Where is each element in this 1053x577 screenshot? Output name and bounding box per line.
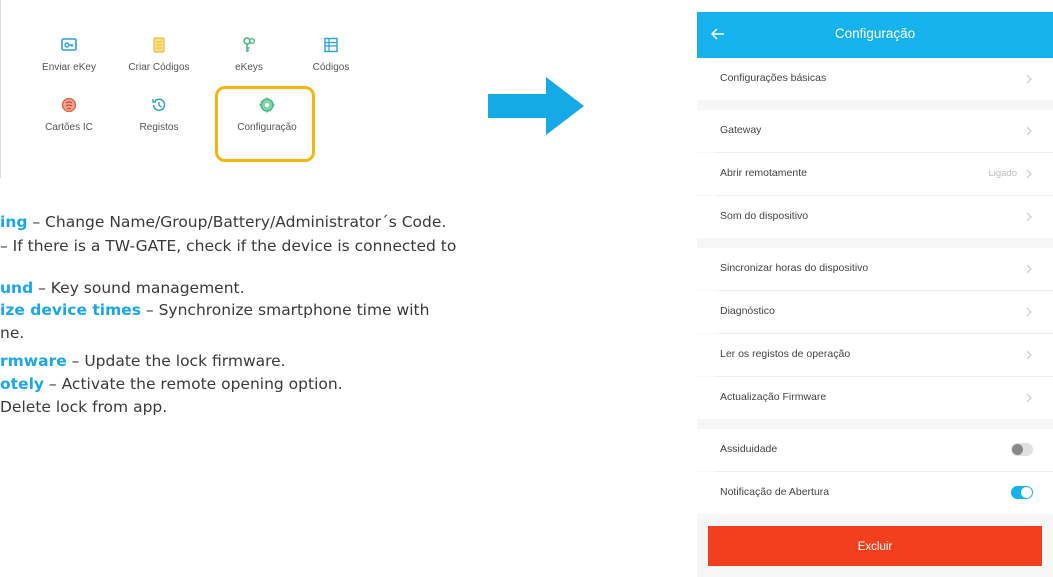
- delete-button[interactable]: Excluir: [708, 526, 1042, 566]
- toggle-knob: [1012, 444, 1023, 455]
- settings-row-remote-open[interactable]: Abrir remotamente Ligado: [697, 153, 1053, 195]
- settings-row-device-sound[interactable]: Som do dispositivo: [697, 196, 1053, 238]
- settings-row-sync-time[interactable]: Sincronizar horas do dispositivo: [697, 248, 1053, 290]
- settings-row-diagnostics[interactable]: Diagnóstico: [697, 291, 1053, 333]
- description-keyword: otely: [0, 375, 44, 393]
- create-codes-icon: [153, 37, 165, 53]
- settings-row-attendance: Assiduidade: [697, 429, 1053, 471]
- settings-row-operation-records[interactable]: Ler os registos de operação: [697, 334, 1053, 376]
- description-text: – If there is a TW-GATE, check if the de…: [0, 237, 457, 255]
- description-text: ne.: [0, 324, 25, 342]
- settings-row-basic[interactable]: Configurações básicas: [697, 58, 1053, 100]
- description-text: Delete lock from app.: [0, 398, 168, 416]
- description-keyword: ing: [0, 213, 28, 231]
- chevron-right-icon: [1026, 212, 1032, 222]
- chevron-right-icon: [1026, 264, 1032, 274]
- settings-row-label: Notificação de Abertura: [720, 486, 830, 498]
- ic-cards-icon: [61, 97, 77, 113]
- attendance-toggle[interactable]: [1011, 443, 1033, 456]
- description-line: rmware – Update the lock firmware.: [0, 352, 286, 370]
- screen-title: Configuração: [834, 26, 916, 41]
- chevron-right-icon: [1026, 307, 1032, 317]
- app-menu-grid: Enviar eKey Criar Códigos eKeys Códigos: [0, 0, 349, 178]
- settings-row-firmware-update[interactable]: Actualização Firmware: [697, 377, 1053, 419]
- settings-row-label: Som do dispositivo: [720, 210, 809, 222]
- settings-row-label: Configurações básicas: [720, 72, 827, 84]
- settings-row-value: Ligado: [988, 168, 1017, 179]
- description-text: – Update the lock firmware.: [66, 352, 286, 370]
- description-line: Delete lock from app.: [0, 398, 167, 416]
- settings-row-gateway[interactable]: Gateway: [697, 110, 1053, 152]
- codes-icon: [324, 37, 338, 53]
- grid-item-label: Códigos: [312, 62, 350, 73]
- records-icon: [152, 98, 166, 111]
- chevron-right-icon: [1026, 393, 1032, 403]
- description-line: ne.: [0, 324, 24, 342]
- description-keyword: rmware: [0, 352, 67, 370]
- description-line: ize device times – Synchronize smartphon…: [0, 301, 429, 319]
- send-ekey-icon: [61, 38, 77, 51]
- chevron-right-icon: [1026, 169, 1032, 179]
- chevron-right-icon: [1026, 350, 1032, 360]
- right-arrow-icon: [488, 77, 584, 135]
- description-text: – Key sound management.: [33, 279, 245, 297]
- settings-highlight-box: [215, 86, 315, 162]
- ekeys-icon: [243, 37, 255, 52]
- description-keyword: und: [0, 279, 34, 297]
- chevron-right-icon: [1026, 126, 1032, 136]
- settings-row-label: Actualização Firmware: [720, 391, 827, 403]
- toggle-knob: [1021, 487, 1032, 498]
- settings-row-label: Ler os registos de operação: [720, 348, 851, 360]
- open-notification-toggle[interactable]: [1011, 486, 1033, 499]
- description-text: – Activate the remote opening option.: [44, 375, 343, 393]
- description-line: – If there is a TW-GATE, check if the de…: [0, 237, 456, 255]
- description-line: und – Key sound management.: [0, 279, 245, 297]
- grid-item-label: Registos: [139, 122, 179, 133]
- phone-settings-screen: Configuração Configurações básicas Gatew…: [697, 12, 1053, 577]
- description-line: otely – Activate the remote opening opti…: [0, 375, 343, 393]
- settings-row-open-notification: Notificação de Abertura: [697, 472, 1053, 514]
- settings-row-label: Assiduidade: [720, 443, 778, 455]
- settings-row-label: Sincronizar horas do dispositivo: [720, 262, 869, 274]
- settings-row-label: Gateway: [720, 124, 762, 136]
- grid-item-codes[interactable]: Códigos: [276, 36, 386, 73]
- settings-row-label: Abrir remotamente: [720, 167, 807, 179]
- description-text: – Change Name/Group/Battery/Administrato…: [27, 213, 447, 231]
- chevron-right-icon: [1026, 74, 1032, 84]
- grid-item-records[interactable]: Registos: [104, 96, 214, 133]
- description-text: – Synchronize smartphone time with: [140, 301, 430, 319]
- description-line: ing – Change Name/Group/Battery/Administ…: [0, 213, 446, 231]
- screen-header: Configuração: [697, 12, 1053, 58]
- settings-row-label: Diagnóstico: [720, 305, 775, 317]
- description-keyword: ize device times: [0, 301, 141, 319]
